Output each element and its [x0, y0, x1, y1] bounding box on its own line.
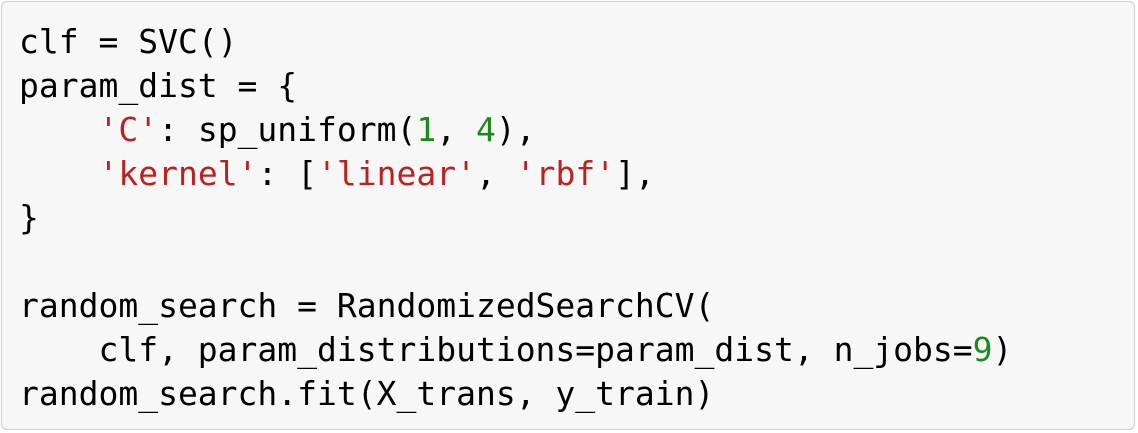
- code-token: : sp_uniform(: [158, 110, 417, 149]
- code-token: ),: [495, 110, 536, 149]
- code-token: random_search.fit(X_trans, y_train): [19, 374, 715, 413]
- code-token: ): [992, 330, 1013, 369]
- string-literal: 'rbf': [515, 154, 616, 193]
- code-token: random_search = RandomizedSearchCV(: [19, 286, 715, 325]
- code-token: clf = SVC(): [19, 22, 238, 61]
- code-line-1: clf = SVC(): [19, 20, 1012, 64]
- code-line-2: param_dist = {: [19, 64, 1012, 108]
- string-literal: 'linear': [317, 154, 476, 193]
- number-literal: 9: [972, 330, 993, 369]
- code-token: ],: [615, 154, 655, 193]
- code-token: param_dist = {: [19, 66, 298, 105]
- code-token: : [: [257, 154, 318, 193]
- code-token: }: [19, 198, 39, 237]
- code-line-7: random_search = RandomizedSearchCV(: [19, 284, 1012, 328]
- code-line-9: random_search.fit(X_trans, y_train): [19, 372, 1012, 416]
- code-block: clf = SVC() param_dist = { 'C': sp_unifor…: [1, 1, 1135, 430]
- code-text: clf = SVC() param_dist = { 'C': sp_unifor…: [19, 20, 1012, 416]
- number-literal: 1: [416, 110, 437, 149]
- code-token: clf, param_distributions=param_dist, n_j…: [19, 330, 973, 369]
- code-token: ,: [476, 154, 516, 193]
- string-literal: 'kernel': [98, 154, 258, 193]
- code-line-3: 'C': sp_uniform(1, 4),: [19, 108, 1012, 152]
- number-literal: 4: [476, 110, 496, 149]
- code-token: ,: [436, 110, 476, 149]
- code-line-8: clf, param_distributions=param_dist, n_j…: [19, 328, 1012, 372]
- string-literal: 'C': [98, 110, 159, 149]
- code-line-4: 'kernel': ['linear', 'rbf'],: [19, 152, 1012, 196]
- code-line-5: }: [19, 196, 1012, 240]
